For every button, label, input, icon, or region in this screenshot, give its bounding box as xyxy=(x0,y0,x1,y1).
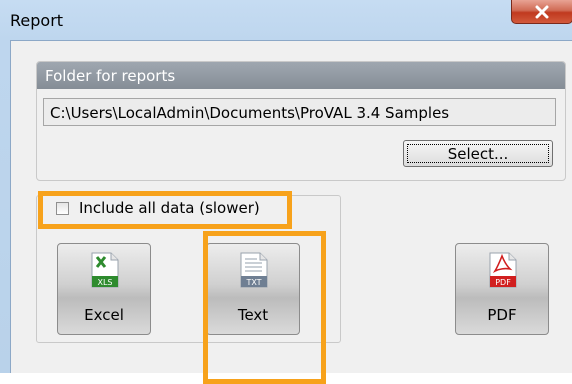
select-folder-button[interactable]: Select... xyxy=(403,140,553,167)
report-dialog: Report Folder for reports C:\Users\Local… xyxy=(0,0,572,384)
excel-file-icon: XLS xyxy=(91,252,119,288)
pdf-button-label: PDF xyxy=(487,306,517,324)
pdf-badge-text: PDF xyxy=(495,278,511,287)
highlight-include-all-data xyxy=(38,191,292,229)
excel-export-button[interactable]: XLS Excel xyxy=(57,243,151,335)
folder-path-value: C:\Users\LocalAdmin\Documents\ProVAL 3.4… xyxy=(50,104,450,122)
dialog-title: Report xyxy=(10,11,64,30)
dialog-body: Folder for reports C:\Users\LocalAdmin\D… xyxy=(10,40,572,384)
pdf-file-icon: PDF xyxy=(489,252,517,288)
close-button[interactable] xyxy=(511,0,572,24)
folder-path-field[interactable]: C:\Users\LocalAdmin\Documents\ProVAL 3.4… xyxy=(43,98,556,126)
close-icon xyxy=(535,5,549,18)
select-button-label: Select... xyxy=(447,145,509,163)
group-header: Folder for reports xyxy=(37,62,565,89)
folder-for-reports-group: Folder for reports C:\Users\LocalAdmin\D… xyxy=(36,61,566,181)
highlight-text-button xyxy=(203,231,326,384)
pdf-export-button[interactable]: PDF PDF xyxy=(455,243,549,335)
excel-button-label: Excel xyxy=(84,306,124,324)
title-bar[interactable]: Report xyxy=(0,0,572,40)
excel-badge-text: XLS xyxy=(97,278,112,287)
group-title: Folder for reports xyxy=(45,67,176,85)
